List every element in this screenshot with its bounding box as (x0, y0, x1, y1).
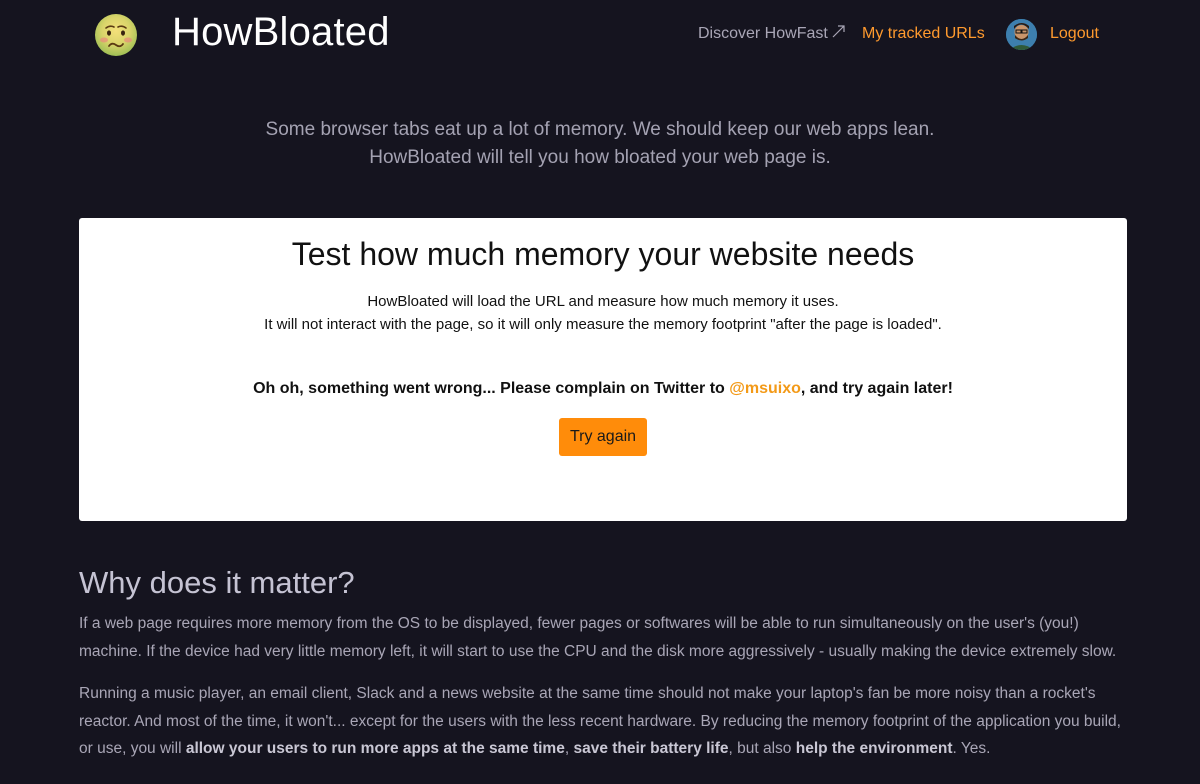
intro-text: Some browser tabs eat up a lot of memory… (0, 116, 1200, 172)
why-p2-bold-1: allow your users to run more apps at the… (185, 740, 565, 757)
why-p2-text-e: . Yes. (952, 740, 991, 757)
why-p2-bold-3: help the environment (795, 740, 953, 757)
user-avatar[interactable] (1006, 19, 1037, 50)
avatar-icon (1006, 19, 1037, 50)
why-paragraph-2: Running a music player, an email client,… (79, 680, 1129, 763)
nauseated-face-icon[interactable] (94, 13, 138, 57)
header: HowBloated Discover HowFast My tracked U… (0, 0, 1200, 70)
card-title: Test how much memory your website needs (291, 236, 915, 272)
why-p2-text-d: , but also (728, 740, 796, 757)
error-text-before: Oh oh, something went wrong... Please co… (253, 380, 730, 397)
card-description: HowBloated will load the URL and measure… (79, 290, 1127, 336)
external-arrow-icon (832, 25, 845, 38)
twitter-handle-link[interactable]: @msuixo (729, 380, 801, 397)
error-message: Oh oh, something went wrong... Please co… (79, 380, 1127, 398)
why-section-title: Why does it matter? (79, 565, 355, 600)
card-desc-line-2: It will not interact with the page, so i… (264, 316, 942, 333)
why-paragraph-1: If a web page requires more memory from … (79, 615, 1117, 660)
nav-discover-howfast[interactable]: Discover HowFast (698, 25, 845, 43)
nav-discover-label: Discover HowFast (698, 25, 828, 42)
try-again-button[interactable]: Try again (559, 418, 647, 456)
memory-test-card: Test how much memory your website needs … (79, 218, 1127, 521)
error-text-after: , and try again later! (800, 380, 953, 397)
brand-title[interactable]: HowBloated (172, 10, 390, 55)
card-desc-line-1: HowBloated will load the URL and measure… (367, 293, 839, 310)
intro-line-2: HowBloated will tell you how bloated you… (369, 147, 831, 168)
why-p2-bold-2: save their battery life (573, 740, 729, 757)
nav-logout[interactable]: Logout (1050, 25, 1099, 43)
nav-my-tracked-urls[interactable]: My tracked URLs (862, 25, 985, 43)
intro-line-1: Some browser tabs eat up a lot of memory… (265, 119, 935, 140)
